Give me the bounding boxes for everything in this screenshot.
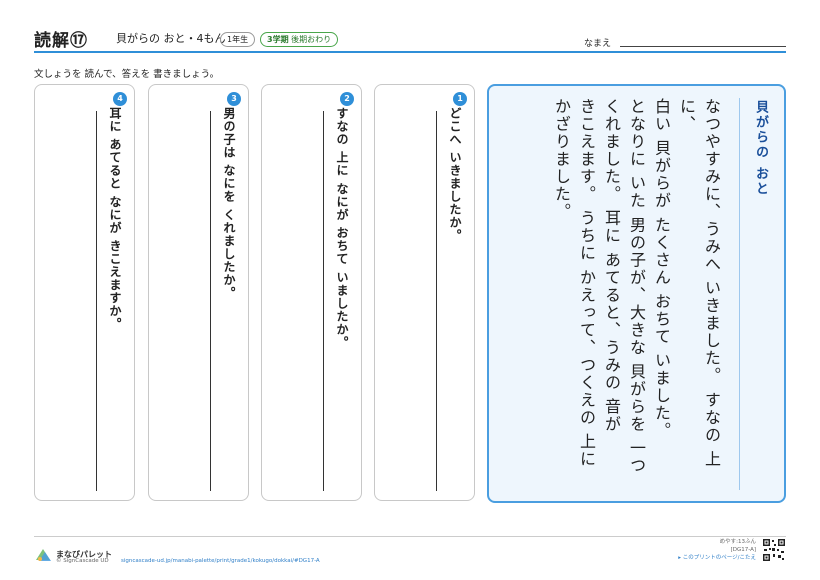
qr-code-icon[interactable] (762, 538, 786, 562)
story-line: きこえます。 うちに かえって、つくえの 上に (577, 98, 596, 468)
answer-line[interactable] (323, 111, 324, 491)
story-line: かざりました。 (552, 98, 571, 221)
worksheet-title: 読解⑰ (34, 31, 88, 51)
story-panel: 貝がらの おと なつやすみに、うみへ いきました。 すなの 上に、 白い 貝がら… (487, 84, 786, 503)
worksheet-code: [DG17-A] (730, 547, 756, 553)
name-label: なまえ (584, 39, 612, 49)
story-line: となりに いた 男の子が、大きな 貝がらを 一つ (627, 98, 646, 475)
question-number: 2 (340, 92, 354, 106)
question-box-4: 4 耳に あてると なにが きこえますか。 (34, 84, 135, 501)
time-estimate: めやす:13ふん (719, 539, 756, 545)
footer-rule (34, 536, 786, 537)
story-line: くれました。 耳に あてると、うみの 音が (602, 98, 621, 433)
palette-logo-icon (36, 549, 51, 561)
question-text: 男の子は なにを くれましたか。 (222, 107, 236, 300)
question-box-3: 3 男の子は なにを くれましたか。 (148, 84, 249, 501)
story-title: 貝がらの おと (753, 100, 768, 197)
question-number: 1 (453, 92, 467, 106)
question-number: 4 (113, 92, 127, 106)
question-text: どこへ いきましたか。 (448, 107, 462, 243)
instruction-text: 文しょうを 読んで、答えを 書きましょう。 (34, 69, 220, 80)
worksheet-subtitle: 貝がらの おと・4もん (116, 32, 226, 45)
footer-meta: めやす:13ふん [DG17-A] ▸ このプリントのページ/こたえ (678, 538, 756, 562)
story-line: なつやすみに、うみへ いきました。 すなの 上に、 (677, 98, 721, 468)
story-line: 白い 貝がらが たくさん おちて いました。 (652, 98, 671, 440)
question-text: 耳に あてると なにが きこえますか。 (108, 107, 122, 331)
copyright-text: © SignCascade UD (56, 558, 109, 564)
header-rule (34, 51, 786, 53)
worksheet-header: 読解⑰ 貝がらの おと・4もん 1年生 3学期 後期おわり なまえ (34, 26, 786, 51)
question-box-1: 1 どこへ いきましたか。 (374, 84, 475, 501)
question-text: すなの 上に なにが おちて いましたか。 (335, 107, 349, 349)
footer-url-link[interactable]: signcascade-ud.jp/manabi-palette/print/g… (121, 558, 320, 564)
answer-line[interactable] (210, 111, 211, 491)
grade-badge: 1年生 (220, 32, 256, 47)
answer-line[interactable] (436, 111, 437, 491)
term-main: 3学期 (267, 35, 289, 44)
story-divider (739, 98, 740, 490)
question-box-2: 2 すなの 上に なにが おちて いましたか。 (261, 84, 362, 501)
answer-line[interactable] (96, 111, 97, 491)
story-text: なつやすみに、うみへ いきました。 すなの 上に、 白い 貝がらが たくさん お… (549, 98, 724, 488)
term-badge: 3学期 後期おわり (260, 32, 339, 47)
name-write-line (620, 46, 786, 47)
term-sub: 後期おわり (291, 35, 332, 44)
question-number: 3 (227, 92, 241, 106)
answer-page-link[interactable]: ▸ このプリントのページ/こたえ (678, 554, 756, 562)
